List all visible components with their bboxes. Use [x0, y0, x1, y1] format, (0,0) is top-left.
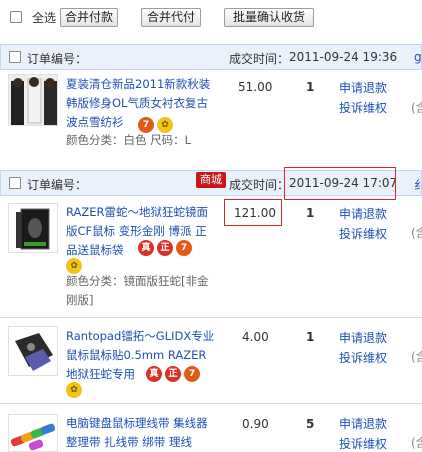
cable-ties-image-icon — [9, 415, 57, 451]
service-badges: ✿ — [66, 382, 85, 400]
flower-icon: ✿ — [66, 382, 82, 398]
deal-time-value: 2011-09-24 19:36 — [289, 50, 398, 64]
item-quantity: 1 — [306, 206, 315, 220]
mouse-pad-image-icon — [9, 327, 57, 375]
apply-refund-link[interactable]: 申请退款 — [339, 328, 387, 348]
order-right-edge-link[interactable]: 纟 — [414, 176, 422, 193]
deal-time-label: 成交时间： — [229, 52, 290, 66]
product-sku: 颜色分类：白色 尺码：L — [66, 133, 192, 147]
apply-refund-link[interactable]: 申请退款 — [339, 204, 387, 224]
item-divider — [0, 317, 422, 318]
order-number-label: 订单编号： — [27, 52, 88, 66]
price-highlight-box — [224, 199, 282, 226]
merge-pay-for-button[interactable]: 合并代付 — [141, 8, 201, 27]
order-right-edge-link[interactable]: g — [414, 50, 422, 64]
service-badges: 真正7 — [146, 366, 203, 384]
product-thumbnail[interactable] — [8, 414, 58, 452]
truncated-note: (含 — [411, 350, 422, 364]
authentic-icon: 真 — [138, 240, 154, 256]
product-thumbnail[interactable] — [8, 326, 58, 376]
truncated-note: (含 — [411, 101, 422, 115]
select-all-checkbox[interactable] — [10, 11, 22, 23]
genuine-icon: 正 — [157, 240, 173, 256]
truncated-note: (含 — [411, 226, 422, 240]
product-title-link[interactable]: 电脑键盘鼠标理线带 集线器 整理带 扎线带 绑带 理线 — [66, 414, 216, 452]
order-header: 订单编号： 成交时间： 2011-09-24 19:36 g — [0, 44, 422, 70]
complaint-link[interactable]: 投诉维权 — [339, 434, 387, 452]
authentic-icon: 真 — [146, 366, 162, 382]
service-badges: 真正7 — [138, 240, 195, 258]
item-quantity: 1 — [306, 80, 315, 94]
item-divider — [0, 403, 422, 404]
complaint-link[interactable]: 投诉维权 — [339, 224, 387, 244]
blouse-image-icon — [9, 75, 57, 125]
mall-badge: 商城 — [196, 172, 226, 188]
seven-day-return-icon: 7 — [184, 366, 200, 382]
product-sku: 颜色分类：镜面版狂蛇[非金刚版] — [66, 274, 209, 307]
truncated-note: (含 — [411, 436, 422, 450]
order-checkbox[interactable] — [9, 51, 21, 63]
item-quantity: 1 — [306, 330, 315, 344]
mouse-box-image-icon — [9, 204, 57, 252]
item-price: 0.90 — [242, 417, 269, 431]
deal-time-highlight-box — [284, 167, 396, 200]
apply-refund-link[interactable]: 申请退款 — [339, 414, 387, 434]
seven-day-return-icon: 7 — [176, 240, 192, 256]
merge-pay-button[interactable]: 合并付款 — [60, 8, 118, 27]
item-price: 51.00 — [238, 80, 273, 94]
batch-confirm-button[interactable]: 批量确认收货 — [224, 8, 314, 27]
order-number-label: 订单编号： — [27, 178, 88, 192]
deal-time-label: 成交时间： — [229, 178, 290, 192]
genuine-icon: 正 — [165, 366, 181, 382]
item-quantity: 5 — [306, 417, 315, 431]
complaint-link[interactable]: 投诉维权 — [339, 348, 387, 368]
order-checkbox[interactable] — [9, 177, 21, 189]
product-thumbnail[interactable] — [8, 203, 58, 253]
apply-refund-link[interactable]: 申请退款 — [339, 78, 387, 98]
complaint-link[interactable]: 投诉维权 — [339, 98, 387, 118]
select-all-label: 全选 — [32, 11, 57, 25]
item-price: 4.00 — [242, 330, 269, 344]
product-thumbnail[interactable] — [8, 74, 58, 126]
